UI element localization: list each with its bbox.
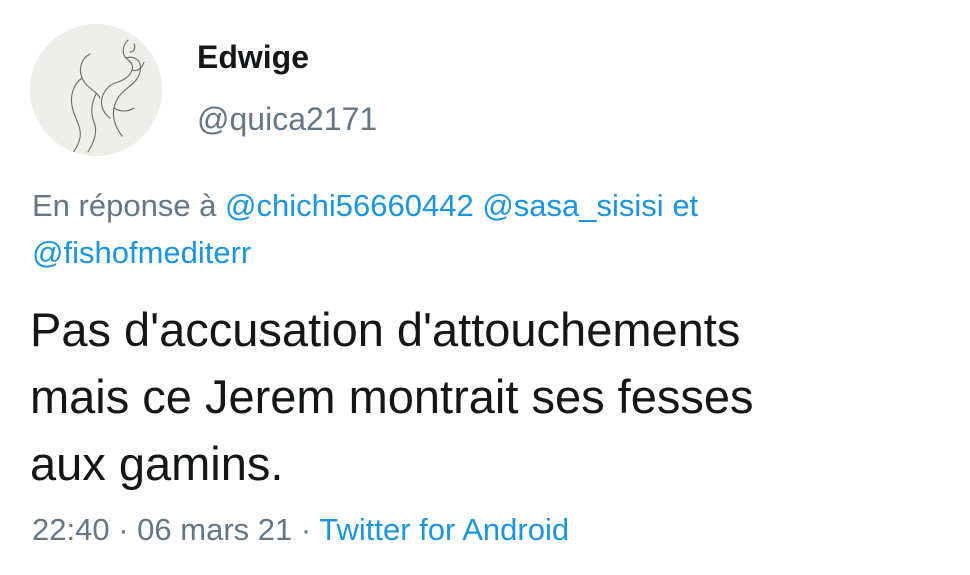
tweet-header: Edwige @quica2171 xyxy=(30,20,377,160)
tweet-source-link[interactable]: Twitter for Android xyxy=(319,512,569,547)
reply-conjunction: et xyxy=(672,188,699,223)
tweet-text-line: mais ce Jerem montrait ses fesses xyxy=(30,370,754,423)
username[interactable]: @quica2171 xyxy=(197,99,377,139)
reply-prefix: En réponse à xyxy=(32,188,217,223)
display-name[interactable]: Edwige xyxy=(197,37,377,77)
tweet-text-line: aux gamins. xyxy=(30,437,284,490)
tweet-date[interactable]: 06 mars 21 xyxy=(137,512,292,547)
mention-link[interactable]: @sasa_sisisi xyxy=(482,188,663,223)
avatar[interactable] xyxy=(30,24,162,156)
tweet-time[interactable]: 22:40 xyxy=(32,512,110,547)
meta-separator: · xyxy=(118,512,129,547)
tweet-card: Edwige @quica2171 En réponse à @chichi56… xyxy=(0,0,970,575)
line-art-portrait-icon xyxy=(30,24,162,156)
mention-link[interactable]: @fishofmediterr xyxy=(32,235,251,270)
meta-separator: · xyxy=(300,512,312,547)
tweet-text: Pas d'accusation d'attouchements mais ce… xyxy=(30,296,950,497)
tweet-meta: 22:40 · 06 mars 21 · Twitter for Android xyxy=(32,510,569,550)
mention-link[interactable]: @chichi56660442 xyxy=(225,188,474,223)
tweet-text-line: Pas d'accusation d'attouchements xyxy=(30,303,741,356)
reply-context: En réponse à @chichi56660442 @sasa_sisis… xyxy=(32,182,932,276)
author-names: Edwige @quica2171 xyxy=(197,24,377,156)
